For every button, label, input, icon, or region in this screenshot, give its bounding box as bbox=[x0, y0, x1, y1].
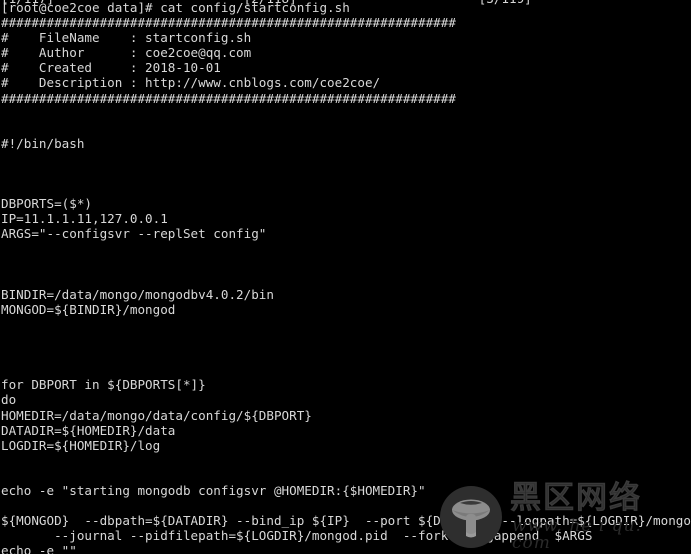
terminal-line: echo -e "starting mongodb configsvr @HOM… bbox=[1, 483, 426, 498]
terminal-window[interactable]: [1/117] [2/118] [3/119] [root@coe2coe da… bbox=[0, 0, 691, 554]
terminal-line: ########################################… bbox=[1, 15, 456, 31]
terminal-line: HOMEDIR=/data/mongo/data/config/${DBPORT… bbox=[1, 407, 312, 423]
terminal-line: #!/bin/bash bbox=[1, 135, 85, 151]
terminal-line: DBPORTS=($*) bbox=[1, 196, 92, 212]
terminal-line: # FileName : startconfig.sh bbox=[1, 30, 252, 46]
terminal-line: BINDIR=/data/mongo/mongodbv4.0.2/bin bbox=[1, 286, 274, 302]
terminal-line: # Created : 2018-10-01 bbox=[1, 60, 221, 76]
terminal-line: ########################################… bbox=[1, 90, 456, 106]
terminal-line: for DBPORT in ${DBPORTS[*]} bbox=[1, 377, 206, 393]
terminal-line: echo -e "" bbox=[1, 543, 77, 554]
terminal-line: DATADIR=${HOMEDIR}/data bbox=[1, 422, 176, 438]
terminal-line: ARGS="--configsvr --replSet config" bbox=[1, 226, 267, 242]
terminal-output[interactable]: [root@coe2coe data]# cat config/startcon… bbox=[0, 0, 691, 554]
terminal-line: # Author : coe2coe@qq.com bbox=[1, 45, 252, 61]
terminal-line: ${MONGOD} --dbpath=${DATADIR} --bind_ip … bbox=[1, 513, 691, 529]
terminal-line: LOGDIR=${HOMEDIR}/log bbox=[1, 437, 161, 453]
terminal-line: do bbox=[1, 392, 17, 408]
terminal-line: IP=11.1.1.11,127.0.0.1 bbox=[1, 211, 168, 227]
terminal-line: --journal --pidfilepath=${LOGDIR}/mongod… bbox=[1, 528, 593, 544]
terminal-line: MONGOD=${BINDIR}/mongod bbox=[1, 301, 176, 317]
terminal-line: [root@coe2coe data]# cat config/startcon… bbox=[1, 0, 350, 15]
terminal-line: # Description : http://www.cnblogs.com/c… bbox=[1, 75, 381, 91]
